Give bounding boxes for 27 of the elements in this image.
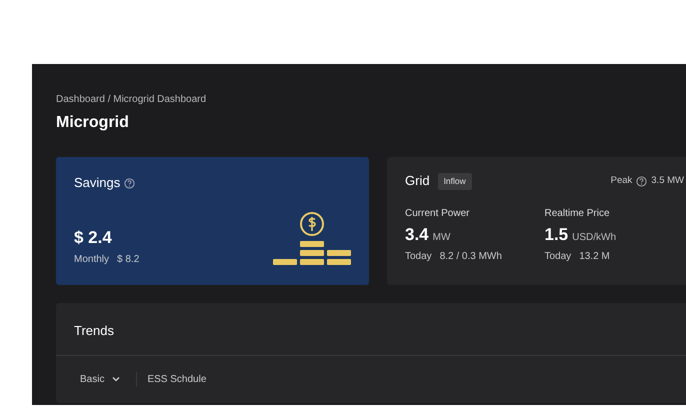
help-icon[interactable] bbox=[636, 176, 648, 187]
schedule-tab[interactable]: ESS Schdule bbox=[136, 372, 206, 386]
sub-label: Today bbox=[544, 250, 572, 264]
metric-value: 3.4 bbox=[405, 224, 429, 245]
metric-label: Current Power bbox=[405, 206, 470, 221]
metric-unit: MW bbox=[432, 230, 450, 245]
sub-label: Today bbox=[405, 250, 432, 264]
metric-label: Realtime Price bbox=[544, 206, 611, 221]
help-icon[interactable] bbox=[124, 178, 136, 188]
sub-value: $ 8.2 bbox=[117, 253, 140, 267]
page-title: Microgrid bbox=[56, 113, 130, 133]
card-title: Trends bbox=[56, 303, 686, 356]
sub-label: Monthly bbox=[74, 253, 110, 267]
chevron-down-icon bbox=[112, 376, 120, 382]
peak-value: 3.5 MW bbox=[651, 174, 684, 188]
view-dropdown[interactable]: Basic bbox=[80, 372, 120, 386]
savings-value: $ 2.4 bbox=[74, 228, 113, 248]
sub-value: 13.2 M bbox=[579, 250, 610, 264]
card-title: Grid bbox=[405, 173, 430, 190]
card-title: Savings bbox=[74, 175, 120, 191]
status-tag: Inflow bbox=[438, 173, 472, 190]
sub-value: 8.2 / 0.3 MWh bbox=[440, 250, 502, 264]
breadcrumb: Dashboard / Microgrid Dashboard bbox=[56, 94, 208, 106]
coins-icon bbox=[273, 211, 351, 267]
metric-value: 1.5 bbox=[544, 224, 568, 245]
peak-label: Peak bbox=[610, 174, 632, 188]
metric-unit: USD/kWh bbox=[572, 230, 616, 245]
